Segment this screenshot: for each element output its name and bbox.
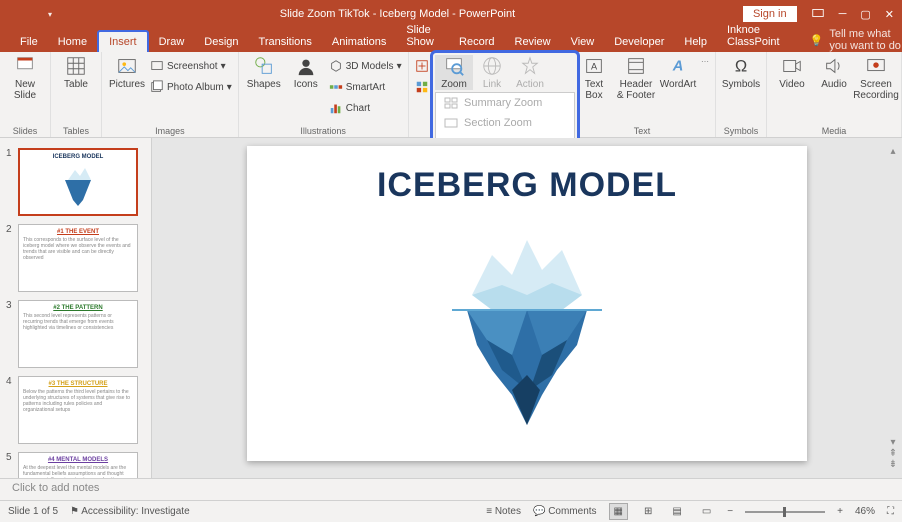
scroll-up-icon[interactable]: ▴ [890, 146, 895, 157]
icons-button[interactable]: Icons [287, 55, 325, 90]
thumbnail-preview: #1 THE EVENTThis corresponds to the surf… [18, 224, 138, 292]
svg-text:A: A [672, 59, 684, 75]
zoom-slider[interactable] [745, 511, 825, 513]
wordart-button[interactable]: AWordArt [659, 55, 697, 90]
group-symbols: Symbols [722, 125, 760, 136]
3d-models-button[interactable]: 3D Models ▾ [329, 57, 402, 75]
section-zoom-item[interactable]: Section Zoom [436, 113, 574, 133]
thumbnail-5[interactable]: 5#4 MENTAL MODELSAt the deepest level th… [0, 448, 151, 478]
thumbnail-preview: #3 THE STRUCTUREBelow the patterns the t… [18, 376, 138, 444]
thumbnail-number: 2 [6, 224, 14, 292]
textbox-button[interactable]: AText Box [575, 55, 613, 101]
tab-review[interactable]: Review [505, 32, 561, 52]
slide-title: ICEBERG MODEL [247, 166, 807, 205]
tab-view[interactable]: View [561, 32, 605, 52]
shapes-button[interactable]: Shapes [245, 55, 283, 90]
thumbnail-number: 4 [6, 376, 14, 444]
summary-zoom-item[interactable]: Summary Zoom [436, 93, 574, 113]
tab-draw[interactable]: Draw [149, 32, 195, 52]
thumbnail-preview: ICEBERG MODEL [18, 148, 138, 216]
thumbnail-preview: #4 MENTAL MODELSAt the deepest level the… [18, 452, 138, 478]
photo-album-button[interactable]: Photo Album ▾ [150, 78, 232, 96]
thumbnail-2[interactable]: 2#1 THE EVENTThis corresponds to the sur… [0, 220, 151, 296]
thumbnail-1[interactable]: 1ICEBERG MODEL [0, 144, 151, 220]
qat-more-icon[interactable]: ▾ [48, 10, 52, 19]
slide-thumbnails[interactable]: 1ICEBERG MODEL2#1 THE EVENTThis correspo… [0, 138, 152, 478]
tell-me-search[interactable]: 💡Tell me what you want to do [810, 28, 902, 52]
lightbulb-icon: 💡 [810, 34, 824, 47]
thumbnail-number: 5 [6, 452, 14, 478]
tab-home[interactable]: Home [48, 32, 97, 52]
tab-developer[interactable]: Developer [604, 32, 674, 52]
normal-view-icon[interactable]: ▦ [609, 503, 628, 520]
screenshot-button[interactable]: Screenshot ▾ [150, 57, 232, 75]
group-images: Images [108, 125, 232, 136]
maximize-icon[interactable]: ▢ [860, 8, 870, 21]
audio-button[interactable]: Audio [815, 55, 853, 90]
group-illustrations: Illustrations [245, 125, 402, 136]
video-button[interactable]: Video [773, 55, 811, 90]
thumbnail-number: 3 [6, 300, 14, 368]
tab-help[interactable]: Help [674, 32, 717, 52]
tab-record[interactable]: Record [449, 32, 504, 52]
window-title: Slide Zoom TikTok - Iceberg Model - Powe… [52, 8, 743, 20]
sorter-view-icon[interactable]: ⊞ [640, 504, 656, 519]
thumbnail-4[interactable]: 4#3 THE STRUCTUREBelow the patterns the … [0, 372, 151, 448]
iceberg-image [412, 215, 642, 455]
thumbnail-number: 1 [6, 148, 14, 216]
reading-view-icon[interactable]: ▤ [668, 504, 685, 519]
tab-insert[interactable]: Insert [97, 30, 149, 52]
tab-transitions[interactable]: Transitions [249, 32, 322, 52]
svg-text:A: A [591, 62, 598, 72]
tab-file[interactable]: File [10, 32, 48, 52]
new-slide-button[interactable]: New Slide [6, 55, 44, 101]
group-media: Media [773, 125, 895, 136]
tab-classpoint[interactable]: Inknoe ClassPoint [717, 20, 790, 52]
chart-button[interactable]: Chart [329, 99, 402, 117]
action-button[interactable]: Action [511, 55, 549, 90]
close-icon[interactable]: ✕ [885, 8, 894, 21]
group-text: Text [575, 125, 709, 136]
notes-pane[interactable]: Click to add notes [0, 478, 902, 500]
thumbnail-preview: #2 THE PATTERNThis second level represen… [18, 300, 138, 368]
smartart-button[interactable]: SmartArt [329, 78, 402, 96]
table-button[interactable]: Table [57, 55, 95, 90]
tab-slideshow[interactable]: Slide Show [396, 20, 449, 52]
screen-recording-button[interactable]: Screen Recording [857, 55, 895, 101]
group-tables: Tables [57, 125, 95, 136]
ribbon-display-icon[interactable] [811, 6, 825, 23]
tab-animations[interactable]: Animations [322, 32, 396, 52]
minimize-icon[interactable]: ─ [839, 8, 847, 21]
current-slide[interactable]: ICEBERG MODEL [247, 146, 807, 461]
pictures-button[interactable]: Pictures [108, 55, 146, 90]
thumbnail-3[interactable]: 3#2 THE PATTERNThis second level represe… [0, 296, 151, 372]
scroll-down-icon[interactable]: ▾ [890, 437, 895, 448]
group-slides: Slides [6, 125, 44, 136]
prev-slide-icon[interactable]: ⇞ [889, 448, 897, 459]
slideshow-view-icon[interactable]: ▭ [698, 504, 715, 519]
symbols-button[interactable]: ΩSymbols [722, 55, 760, 90]
svg-text:Ω: Ω [735, 58, 747, 76]
header-footer-button[interactable]: Header & Footer [617, 55, 655, 101]
link-button[interactable]: Link [473, 55, 511, 90]
tab-design[interactable]: Design [194, 32, 248, 52]
next-slide-icon[interactable]: ⇟ [889, 459, 897, 470]
zoom-button[interactable]: Zoom [435, 55, 473, 90]
